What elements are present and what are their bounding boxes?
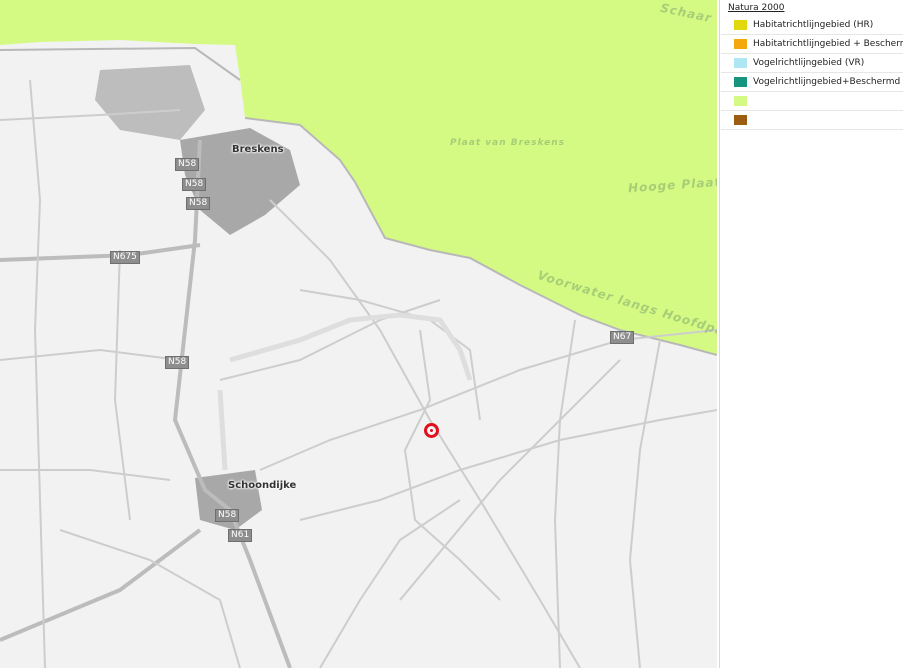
place-label-schoondijke: Schoondijke [228, 480, 297, 491]
legend-swatch [734, 58, 747, 68]
road-shield-n58: N58 [186, 197, 211, 210]
legend-item-label: Vogelrichtlijngebied (VR) [753, 58, 865, 68]
legend-panel: Natura 2000 Habitatrichtlijngebied (HR) … [719, 0, 903, 668]
legend-item [721, 111, 903, 130]
road-shield-n675: N675 [110, 251, 140, 264]
legend-item: Habitatrichtlijngebied (HR) [721, 16, 903, 35]
legend-item [721, 92, 903, 111]
legend-item: Habitatrichtlijngebied + Beschermd [721, 35, 903, 54]
legend-item-label: Habitatrichtlijngebied (HR) [753, 20, 874, 30]
legend-item: Vogelrichtlijngebied+Beschermd [721, 73, 903, 92]
road-shield-n58: N58 [165, 356, 190, 369]
place-label-breskens: Breskens [232, 144, 284, 155]
road-shield-n58: N58 [175, 158, 200, 171]
legend-swatch [734, 96, 747, 106]
legend-item-label: Habitatrichtlijngebied + Beschermd [753, 39, 903, 49]
road-shield-n61: N61 [228, 529, 253, 542]
road-shield-n58: N58 [182, 178, 207, 191]
map-canvas[interactable]: Breskens Schoondijke Plaat van Breskens … [0, 0, 717, 668]
road-shield-n58: N58 [215, 509, 240, 522]
water-label-plaat-van-breskens: Plaat van Breskens [450, 138, 566, 148]
legend-title[interactable]: Natura 2000 [728, 2, 903, 14]
legend-item-label: Vogelrichtlijngebied+Beschermd [753, 77, 901, 87]
legend-swatch [734, 77, 747, 87]
legend-item: Vogelrichtlijngebied (VR) [721, 54, 903, 73]
legend-swatch [734, 115, 747, 125]
location-marker-icon[interactable] [424, 423, 439, 438]
road-shield-n67: N67 [610, 331, 635, 344]
legend-swatch [734, 39, 747, 49]
legend-swatch [734, 20, 747, 30]
